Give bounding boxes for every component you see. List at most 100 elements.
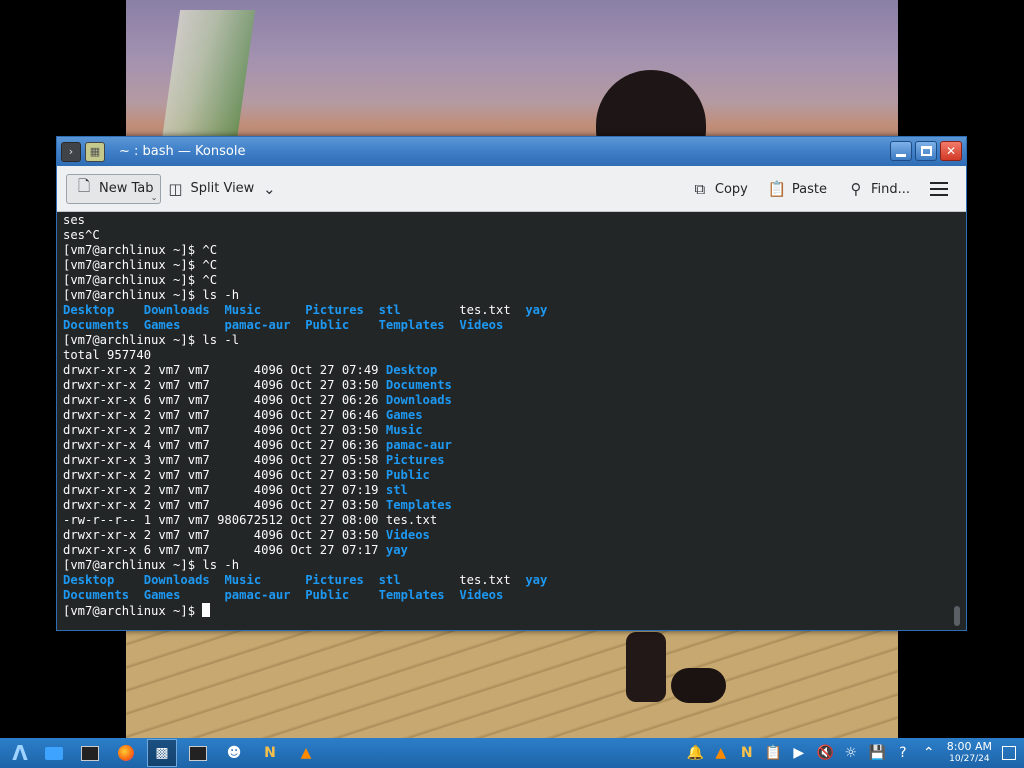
directory-name: Music xyxy=(385,423,423,437)
terminal-line: [vm7@archlinux ~]$ ls -h xyxy=(63,558,960,573)
help-icon[interactable]: ? xyxy=(895,745,911,761)
directory-name: Desktop xyxy=(385,363,438,377)
find-button[interactable]: ⚲ Find... xyxy=(841,174,916,204)
konsole-window: › ▦ ~ : bash — Konsole ✕ 🗋 New Tab ⌄ ◫ S… xyxy=(56,136,967,631)
hamburger-menu-button[interactable] xyxy=(924,174,954,204)
alien-icon: ☻ xyxy=(226,745,242,761)
terminal-text: ses^C xyxy=(63,228,100,242)
paste-button[interactable]: 📋 Paste xyxy=(762,174,833,204)
terminal-text: [vm7@archlinux ~]$ ^C xyxy=(63,243,218,257)
new-tab-label: New Tab xyxy=(99,181,154,196)
directory-name: Videos xyxy=(459,588,504,602)
terminal-line: drwxr-xr-x 2 vm7 vm7 4096 Oct 27 07:49 D… xyxy=(63,363,960,378)
wallpaper-shoe xyxy=(671,668,726,703)
terminal-line: drwxr-xr-x 2 vm7 vm7 4096 Oct 27 06:46 G… xyxy=(63,408,960,423)
scrollbar[interactable] xyxy=(954,606,960,626)
vlc-icon: ▲ xyxy=(300,745,312,761)
terminal-line: drwxr-xr-x 6 vm7 vm7 4096 Oct 27 06:26 D… xyxy=(63,393,960,408)
new-tab-button[interactable]: 🗋 New Tab ⌄ xyxy=(66,173,161,204)
folder-task[interactable] xyxy=(39,739,69,767)
window-menu-icon[interactable]: › xyxy=(61,141,81,162)
paste-icon: 📋 xyxy=(767,180,787,198)
maximize-button[interactable] xyxy=(915,141,937,161)
prompt-text: [vm7@archlinux ~]$ xyxy=(63,604,203,618)
dropdown-caret-icon: ⌄ xyxy=(150,192,158,202)
terminal-alt-task[interactable] xyxy=(183,739,213,767)
directory-name: pamac-aur xyxy=(224,318,291,332)
terminal-line: Documents Games pamac-aur Public Templat… xyxy=(63,588,960,603)
title-bar[interactable]: › ▦ ~ : bash — Konsole ✕ xyxy=(57,137,966,166)
close-button[interactable]: ✕ xyxy=(940,141,962,161)
split-view-button[interactable]: ◫ Split View ⌄ xyxy=(161,174,285,204)
app-launcher-button[interactable]: Λ xyxy=(3,739,33,767)
directory-name: yay xyxy=(525,573,548,587)
save-icon[interactable]: 💾 xyxy=(869,745,886,761)
show-desktop-button[interactable] xyxy=(1002,746,1016,760)
nvim-icon[interactable]: N xyxy=(739,745,755,761)
copy-button[interactable]: ⧉ Copy xyxy=(685,174,754,204)
terminal-text: drwxr-xr-x 2 vm7 vm7 4096 Oct 27 07:19 xyxy=(63,483,386,497)
terminal-text: drwxr-xr-x 2 vm7 vm7 4096 Oct 27 03:50 xyxy=(63,528,386,542)
close-icon: ✕ xyxy=(945,144,957,158)
terminal-text: drwxr-xr-x 3 vm7 vm7 4096 Oct 27 05:58 xyxy=(63,453,386,467)
directory-name: yay xyxy=(385,543,408,557)
minimize-button[interactable] xyxy=(890,141,912,161)
vlc-tray-icon[interactable]: ▲ xyxy=(713,745,729,761)
directory-name: Public xyxy=(305,318,350,332)
terminal-alt-icon xyxy=(189,745,207,761)
app-launcher-icon: Λ xyxy=(12,741,28,765)
brightness-icon[interactable]: ☼ xyxy=(843,745,859,761)
terminal-line: ses^C xyxy=(63,228,960,243)
prompt-line: [vm7@archlinux ~]$ xyxy=(63,603,960,618)
terminal-text: total 957740 xyxy=(63,348,152,362)
chevron-up-icon[interactable]: ⌃ xyxy=(921,745,937,761)
wallpaper-leg xyxy=(626,632,666,702)
terminal-output[interactable]: ses ses^C [vm7@archlinux ~]$ ^C [vm7@archli… xyxy=(57,213,966,630)
copy-icon: ⧉ xyxy=(694,180,706,198)
terminal-text: [vm7@archlinux ~]$ ls -h xyxy=(63,558,240,572)
directory-name: Music xyxy=(224,303,262,317)
directory-name: Games xyxy=(143,318,181,332)
directory-name: Downloads xyxy=(143,303,210,317)
directory-name: yay xyxy=(525,303,548,317)
vlc-task[interactable]: ▲ xyxy=(291,739,321,767)
terminal-text: [vm7@archlinux ~]$ ^C xyxy=(63,273,218,287)
directory-name: pamac-aur xyxy=(385,438,452,452)
terminal-line: drwxr-xr-x 2 vm7 vm7 4096 Oct 27 03:50 M… xyxy=(63,423,960,438)
split-view-icon: ◫ xyxy=(168,179,183,198)
search-icon: ⚲ xyxy=(850,180,862,198)
directory-name: Downloads xyxy=(143,573,210,587)
directory-name: Public xyxy=(385,468,430,482)
media-player-icon[interactable]: ▶ xyxy=(791,745,807,761)
new-tab-icon: 🗋 xyxy=(77,177,91,195)
directory-name: Public xyxy=(305,588,350,602)
ide-icon: N xyxy=(264,745,276,761)
clipboard-icon[interactable]: 📋 xyxy=(765,745,782,761)
konsole-task[interactable]: ▩ xyxy=(147,739,177,767)
clock[interactable]: 8:00 AM 10/27/24 xyxy=(947,741,992,765)
terminal-task[interactable] xyxy=(75,739,105,767)
terminal-text: drwxr-xr-x 2 vm7 vm7 4096 Oct 27 07:49 xyxy=(63,363,386,377)
volume-muted-icon[interactable]: 🔇 xyxy=(817,745,834,761)
notification-bell-icon[interactable]: 🔔 xyxy=(687,745,704,761)
clock-time: 8:00 AM xyxy=(946,740,992,753)
app-grid-icon[interactable]: ▦ xyxy=(85,141,105,162)
split-view-label: Split View xyxy=(190,181,255,196)
directory-name: stl xyxy=(378,303,401,317)
terminal-line: Documents Games pamac-aur Public Templat… xyxy=(63,318,960,333)
terminal-text: -rw-r--r-- 1 vm7 vm7 980672512 Oct 27 08… xyxy=(63,513,438,527)
firefox-icon xyxy=(118,745,134,761)
terminal-text: drwxr-xr-x 6 vm7 vm7 4096 Oct 27 06:26 xyxy=(63,393,386,407)
clock-date: 10/27/24 xyxy=(949,754,990,764)
directory-name: Games xyxy=(143,588,181,602)
directory-name: Documents xyxy=(385,378,452,392)
ide-task[interactable]: N xyxy=(255,739,285,767)
firefox-task[interactable] xyxy=(111,739,141,767)
alien-task[interactable]: ☻ xyxy=(219,739,249,767)
directory-name: Templates xyxy=(385,498,452,512)
